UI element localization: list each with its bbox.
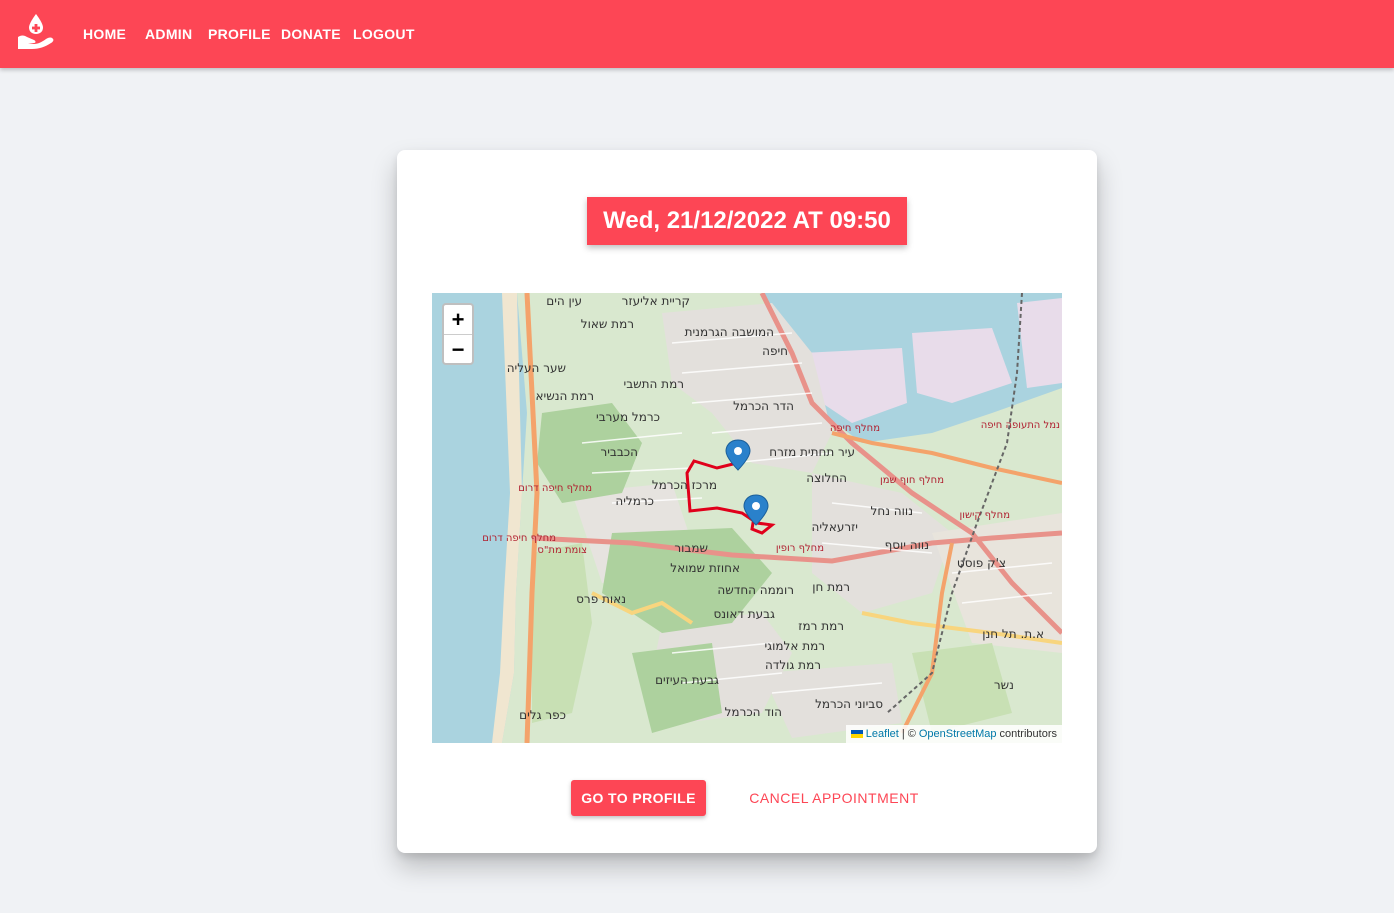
appointment-datetime: Wed, 21/12/2022 AT 09:50: [587, 197, 907, 245]
map-attribution: Leaflet | © OpenStreetMap contributors: [845, 725, 1062, 743]
nav-home-link[interactable]: HOME: [83, 26, 145, 42]
appointment-card: Wed, 21/12/2022 AT 09:50 עין הים קריית א…: [397, 150, 1097, 853]
attribution-separator: | ©: [901, 728, 916, 740]
ukraine-flag-icon: [850, 730, 863, 738]
nav-donate-link[interactable]: DONATE: [281, 26, 353, 42]
blood-drop-hand-icon[interactable]: [15, 12, 57, 52]
route-map[interactable]: עין הים קריית אליעזר רמת שאול המושבה הגר…: [432, 293, 1062, 743]
zoom-out-button[interactable]: −: [444, 335, 472, 364]
nav-logout-link[interactable]: LOGOUT: [353, 26, 423, 42]
nav-profile-link[interactable]: PROFILE: [208, 26, 281, 42]
nav-admin-link[interactable]: ADMIN: [145, 26, 208, 42]
top-navbar: HOME ADMIN PROFILE DONATE LOGOUT: [0, 0, 1394, 68]
cancel-appointment-button[interactable]: CANCEL APPOINTMENT: [739, 780, 929, 816]
openstreetmap-link[interactable]: OpenStreetMap: [919, 728, 997, 740]
map-zoom-control: + −: [442, 303, 474, 365]
go-to-profile-button[interactable]: GO TO PROFILE: [571, 780, 706, 816]
attribution-contributors: contributors: [999, 728, 1057, 740]
map-tiles: [432, 293, 1062, 743]
leaflet-link[interactable]: Leaflet: [866, 728, 899, 740]
zoom-in-button[interactable]: +: [444, 305, 472, 335]
